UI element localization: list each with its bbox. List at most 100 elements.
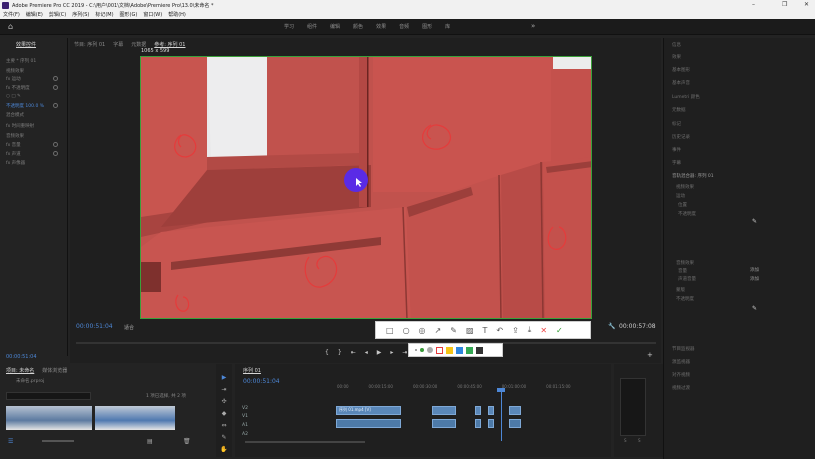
workspace-tab-color[interactable]: 颜色 bbox=[353, 23, 363, 30]
tab-media-browser[interactable]: 媒体浏览器 bbox=[42, 367, 67, 374]
size-medium-icon[interactable] bbox=[420, 348, 424, 352]
close-icon[interactable]: ✕ bbox=[804, 1, 809, 8]
audio-clip[interactable] bbox=[432, 419, 456, 428]
tab-metadata[interactable]: 元数据 bbox=[131, 41, 146, 48]
audio-clip[interactable] bbox=[488, 419, 494, 428]
workspace-tab-learn[interactable]: 学习 bbox=[284, 23, 294, 30]
zoom-slider[interactable] bbox=[42, 440, 74, 442]
color-green-swatch[interactable] bbox=[466, 346, 473, 354]
reset-icon[interactable] bbox=[53, 142, 58, 147]
size-small-icon[interactable] bbox=[415, 349, 417, 351]
mosaic-icon[interactable]: ▨ bbox=[466, 326, 474, 335]
undo-icon[interactable]: ↶ bbox=[496, 326, 503, 335]
panel-item[interactable]: 基本声音 bbox=[672, 80, 690, 86]
tab-effect-controls[interactable]: 效果控件 bbox=[16, 41, 36, 48]
track-select-icon[interactable]: ⇥ bbox=[220, 386, 228, 394]
panel-item[interactable]: 位置 bbox=[678, 202, 687, 208]
mark-in-icon[interactable]: { bbox=[325, 349, 329, 356]
wrench-icon[interactable]: 🔧 bbox=[608, 323, 615, 330]
eyedropper-icon[interactable]: ✎ bbox=[752, 305, 757, 312]
meter-solo-label[interactable]: S bbox=[624, 438, 627, 443]
media-thumbnail[interactable] bbox=[6, 406, 92, 430]
fit-dropdown[interactable]: 适合 bbox=[124, 324, 134, 331]
panel-item[interactable]: 信息 bbox=[672, 42, 681, 48]
panel-item[interactable]: 不透明度 bbox=[676, 296, 694, 302]
fx-row[interactable]: fx 声像器 bbox=[6, 160, 25, 166]
menu-clip[interactable]: 剪辑(C) bbox=[49, 11, 66, 18]
video-clip[interactable] bbox=[509, 406, 521, 415]
selection-tool-icon[interactable]: ▶ bbox=[220, 374, 228, 382]
meter-solo-label[interactable]: S bbox=[638, 438, 641, 443]
panel-item[interactable]: 事件 bbox=[672, 147, 681, 153]
reset-icon[interactable] bbox=[53, 151, 58, 156]
marker-icon[interactable]: ◎ bbox=[419, 326, 426, 335]
video-clip[interactable] bbox=[475, 406, 481, 415]
audio-clip[interactable] bbox=[336, 419, 401, 428]
panel-item[interactable]: 标记 bbox=[672, 121, 681, 127]
pen-icon[interactable]: ✎ bbox=[450, 326, 457, 335]
color-blue-swatch[interactable] bbox=[456, 346, 463, 354]
fx-row[interactable]: fx 音量 bbox=[6, 142, 21, 148]
menu-graphics[interactable]: 图形(G) bbox=[120, 11, 138, 18]
share-icon[interactable]: ⇪ bbox=[512, 326, 519, 335]
maximize-icon[interactable]: ❐ bbox=[782, 1, 787, 8]
timeline-timecode[interactable]: 00:00:51:04 bbox=[243, 378, 280, 385]
panel-item[interactable]: 效果 bbox=[672, 54, 681, 60]
fx-row[interactable]: fx 时间重映射 bbox=[6, 123, 34, 129]
panel-item[interactable]: 蒙版 bbox=[676, 287, 685, 293]
panel-item[interactable]: 声道音量 bbox=[678, 276, 696, 282]
menu-file[interactable]: 文件(F) bbox=[3, 11, 20, 18]
add-button-icon[interactable]: + bbox=[647, 351, 653, 359]
tab-captions[interactable]: 字幕 bbox=[113, 41, 123, 48]
panel-item[interactable]: 字幕 bbox=[672, 160, 681, 166]
audio-clip[interactable] bbox=[509, 419, 521, 428]
minimize-icon[interactable]: – bbox=[752, 1, 755, 8]
go-to-out-icon[interactable]: ⇥ bbox=[402, 349, 407, 356]
menu-marker[interactable]: 标记(M) bbox=[95, 11, 113, 18]
monitor-scrubber[interactable] bbox=[76, 342, 656, 344]
panel-item[interactable]: 元数据 bbox=[672, 107, 686, 113]
eyedropper-icon[interactable]: ✎ bbox=[752, 218, 757, 225]
reset-icon[interactable] bbox=[53, 76, 58, 81]
new-bin-icon[interactable]: ▤ bbox=[147, 438, 153, 445]
confirm-icon[interactable]: ✓ bbox=[556, 326, 563, 335]
hand-tool-icon[interactable]: ✋ bbox=[220, 446, 228, 454]
menu-edit[interactable]: 编辑(E) bbox=[26, 11, 43, 18]
video-clip[interactable] bbox=[432, 406, 456, 415]
add-link[interactable]: 添加 bbox=[750, 267, 759, 273]
fx-row[interactable]: 混合模式 bbox=[6, 112, 24, 118]
menu-sequence[interactable]: 序列(S) bbox=[72, 11, 89, 18]
playhead-timecode[interactable]: 00:00:51:04 bbox=[76, 323, 113, 330]
ripple-edit-icon[interactable]: ✣ bbox=[220, 398, 228, 406]
panel-item[interactable]: 历史记录 bbox=[672, 134, 690, 140]
save-icon[interactable]: ⤓ bbox=[528, 325, 532, 335]
slip-icon[interactable]: ⇔ bbox=[220, 422, 228, 430]
list-view-icon[interactable]: ☰ bbox=[8, 438, 13, 445]
tab-program[interactable]: 节目: 序列 01 bbox=[74, 41, 105, 48]
go-to-in-icon[interactable]: ⇤ bbox=[351, 349, 356, 356]
opacity-value[interactable]: 不透明度 100.0 % bbox=[6, 103, 44, 109]
panel-item[interactable]: 音轨混合器: 序列 01 bbox=[672, 173, 714, 179]
video-clip[interactable]: 序列 01.mp4 [V] bbox=[336, 406, 401, 415]
mask-tools[interactable]: ○ □ ✎ bbox=[6, 94, 21, 99]
workspace-tab-graphics[interactable]: 图形 bbox=[422, 23, 432, 30]
track-header[interactable]: V2 bbox=[242, 406, 248, 411]
color-red-swatch[interactable] bbox=[436, 346, 443, 354]
video-clip[interactable] bbox=[488, 406, 494, 415]
panel-item[interactable]: 运动 bbox=[676, 193, 685, 199]
panel-item[interactable]: 源监视器 bbox=[672, 359, 690, 365]
color-black-swatch[interactable] bbox=[476, 346, 483, 354]
workspace-tab-assembly[interactable]: 组件 bbox=[307, 23, 317, 30]
panel-item[interactable]: 对齐视频 bbox=[672, 372, 690, 378]
size-large-icon[interactable] bbox=[427, 347, 433, 353]
timeline-scrollbar[interactable] bbox=[245, 441, 365, 443]
track-header[interactable]: V1 bbox=[242, 414, 248, 419]
pen-tool-icon[interactable]: ✎ bbox=[220, 434, 228, 442]
video-frame[interactable] bbox=[140, 56, 592, 319]
media-thumbnail[interactable] bbox=[95, 406, 175, 430]
playhead[interactable] bbox=[501, 391, 502, 441]
razor-icon[interactable]: ◆ bbox=[220, 410, 228, 418]
panel-item[interactable]: 基本图形 bbox=[672, 67, 690, 73]
audio-clip[interactable] bbox=[475, 419, 481, 428]
menu-help[interactable]: 帮助(H) bbox=[168, 11, 186, 18]
